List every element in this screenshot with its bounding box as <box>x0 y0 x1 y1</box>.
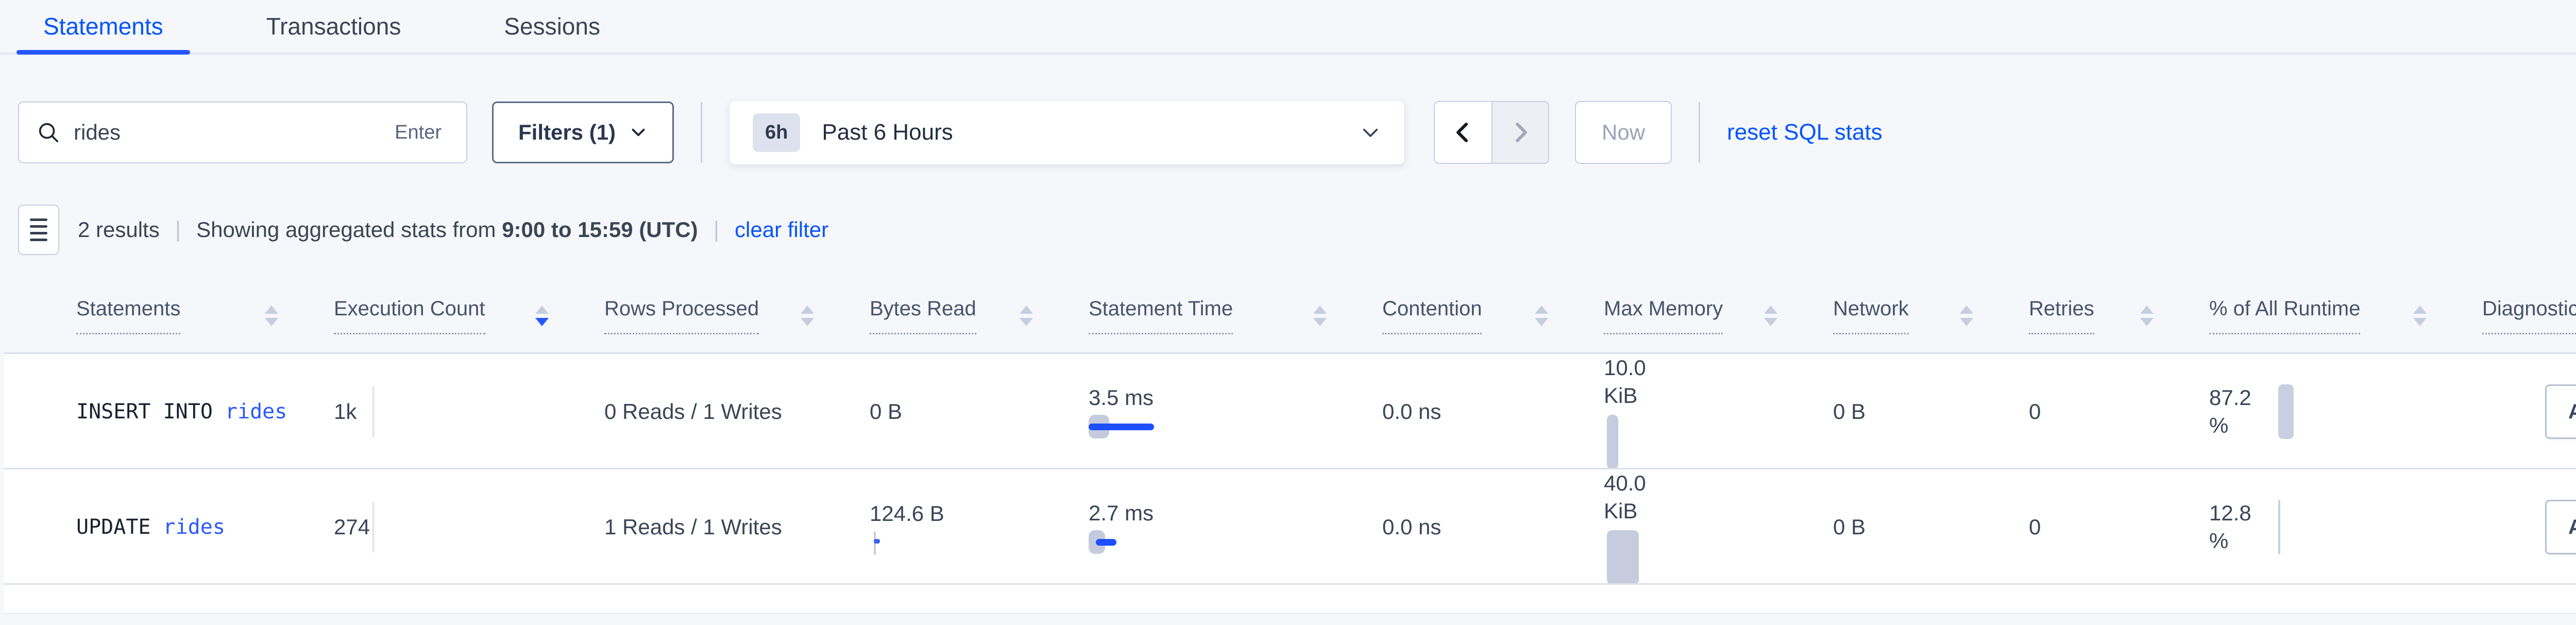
network-cell: 0 B <box>1829 398 2025 426</box>
runtime-bar <box>2278 384 2294 439</box>
mean-bar <box>1096 539 1116 546</box>
sort-icon <box>801 306 814 326</box>
tab-sessions[interactable]: Sessions <box>477 0 627 53</box>
statement-link[interactable]: INSERT INTOrides <box>72 398 330 426</box>
sort-icon <box>1020 306 1033 326</box>
statement-link[interactable]: UPDATErides <box>72 513 330 541</box>
column-header-network[interactable]: Network <box>1829 297 2025 334</box>
tab-transactions[interactable]: Transactions <box>240 0 428 53</box>
statement-time-cell: 2.7 ms <box>1084 499 1378 555</box>
chevron-down-icon <box>1360 122 1381 143</box>
diagnostics-cell: Activate <box>2478 384 2576 439</box>
sort-icon <box>1960 306 1973 326</box>
statement-time-cell: 3.5 ms <box>1084 384 1378 440</box>
max-memory-cell: 10.0 KiB <box>1600 354 1829 469</box>
statements-table: Statements Execution Count Rows Processe… <box>4 297 2576 614</box>
execution-count-cell: 274 <box>330 513 600 541</box>
chevron-down-icon <box>629 123 648 142</box>
max-memory-cell: 40.0 KiB <box>1600 469 1829 585</box>
execution-count-axis <box>372 386 374 437</box>
column-selector-button[interactable] <box>18 205 59 255</box>
column-header-statements[interactable]: Statements <box>72 297 330 334</box>
table-body: INSERT INTOrides 1k 0 Reads / 1 Writes 0… <box>4 354 2576 614</box>
runtime-bar <box>2278 500 2280 554</box>
network-cell: 0 B <box>1829 513 2025 541</box>
filters-toolbar: Enter Filters (1) 6h Past 6 Hours Now re… <box>0 100 2576 165</box>
activate-diagnostics-button[interactable]: Activate <box>2545 384 2576 439</box>
separator: | <box>175 217 181 243</box>
column-header-diagnostics[interactable]: Diagnostics <box>2478 297 2576 334</box>
diagnostics-cell: Activate <box>2478 500 2576 554</box>
memory-bar <box>1607 530 1639 585</box>
contention-cell: 0.0 ns <box>1378 513 1600 541</box>
time-window-arrows <box>1434 101 1549 164</box>
execution-count-axis <box>372 502 374 552</box>
column-header-bytes-read[interactable]: Bytes Read <box>866 297 1084 334</box>
sort-icon <box>1764 306 1777 326</box>
activate-diagnostics-button[interactable]: Activate <box>2545 500 2576 554</box>
chevron-right-icon <box>1508 120 1533 145</box>
enter-hint: Enter <box>387 117 449 148</box>
sort-desc-icon <box>535 306 549 326</box>
bytes-read-cell: 0 B <box>866 398 1084 426</box>
column-header-contention[interactable]: Contention <box>1378 297 1600 334</box>
statement-time-bar <box>1089 530 1243 555</box>
contention-cell: 0.0 ns <box>1378 398 1600 426</box>
rows-processed-cell: 1 Reads / 1 Writes <box>600 513 866 541</box>
mean-bar <box>1089 424 1154 430</box>
results-count: 2 results <box>78 217 160 242</box>
toolbar-divider <box>1699 102 1700 163</box>
tab-statements[interactable]: Statements <box>16 0 190 53</box>
bytes-read-bar <box>874 532 876 554</box>
execution-count-cell: 1k <box>330 398 600 426</box>
memory-bar <box>1607 415 1618 469</box>
search-input[interactable] <box>74 120 387 145</box>
sort-icon <box>265 306 278 326</box>
column-header-statement-time[interactable]: Statement Time <box>1084 297 1378 334</box>
column-selector-icon <box>30 218 47 221</box>
table-header-row: Statements Execution Count Rows Processe… <box>4 297 2576 354</box>
filters-button[interactable]: Filters (1) <box>492 102 674 163</box>
chevron-left-icon <box>1451 120 1476 145</box>
rows-processed-cell: 0 Reads / 1 Writes <box>600 398 866 426</box>
next-time-window-button[interactable] <box>1492 102 1548 163</box>
column-header-rows-processed[interactable]: Rows Processed <box>600 297 866 334</box>
sort-icon <box>1535 306 1548 326</box>
previous-time-window-button[interactable] <box>1435 102 1492 163</box>
pct-runtime-cell: 87.2 % <box>2205 384 2478 440</box>
time-range-badge: 6h <box>753 113 800 152</box>
table-row: UPDATErides 274 1 Reads / 1 Writes 124.6… <box>4 469 2576 585</box>
time-range-dropdown[interactable]: 6h Past 6 Hours <box>729 100 1405 165</box>
column-header-pct-of-all-runtime[interactable]: % of All Runtime <box>2205 297 2478 334</box>
sort-icon <box>2413 306 2427 326</box>
now-button[interactable]: Now <box>1575 101 1672 164</box>
separator: | <box>714 217 719 243</box>
statement-time-bar <box>1089 415 1243 440</box>
pct-runtime-cell: 12.8 % <box>2205 499 2478 555</box>
mean-bar <box>874 539 880 544</box>
search-icon <box>37 121 60 144</box>
toolbar-divider <box>701 102 702 163</box>
time-interval-text: 9:00 to 15:59 (UTC) <box>502 217 698 242</box>
clear-filter-link[interactable]: clear filter <box>735 217 828 242</box>
reset-sql-stats-link[interactable]: reset SQL stats <box>1727 120 1883 145</box>
bytes-read-cell: 124.6 B <box>866 500 1084 554</box>
retries-cell: 0 <box>2025 398 2205 426</box>
search-box: Enter <box>18 102 467 163</box>
column-header-retries[interactable]: Retries <box>2025 297 2205 334</box>
retries-cell: 0 <box>2025 513 2205 541</box>
sql-activity-tabbar: Statements Transactions Sessions <box>0 0 2576 55</box>
column-header-execution-count[interactable]: Execution Count <box>330 297 600 334</box>
column-header-max-memory[interactable]: Max Memory <box>1600 297 1829 334</box>
sort-icon <box>1313 306 1327 326</box>
sort-icon <box>2140 306 2154 326</box>
results-bar: 2 results | Showing aggregated stats fro… <box>0 204 2576 256</box>
table-row: INSERT INTOrides 1k 0 Reads / 1 Writes 0… <box>4 354 2576 469</box>
showing-range-text: Showing aggregated stats from 9:00 to 15… <box>196 217 698 242</box>
